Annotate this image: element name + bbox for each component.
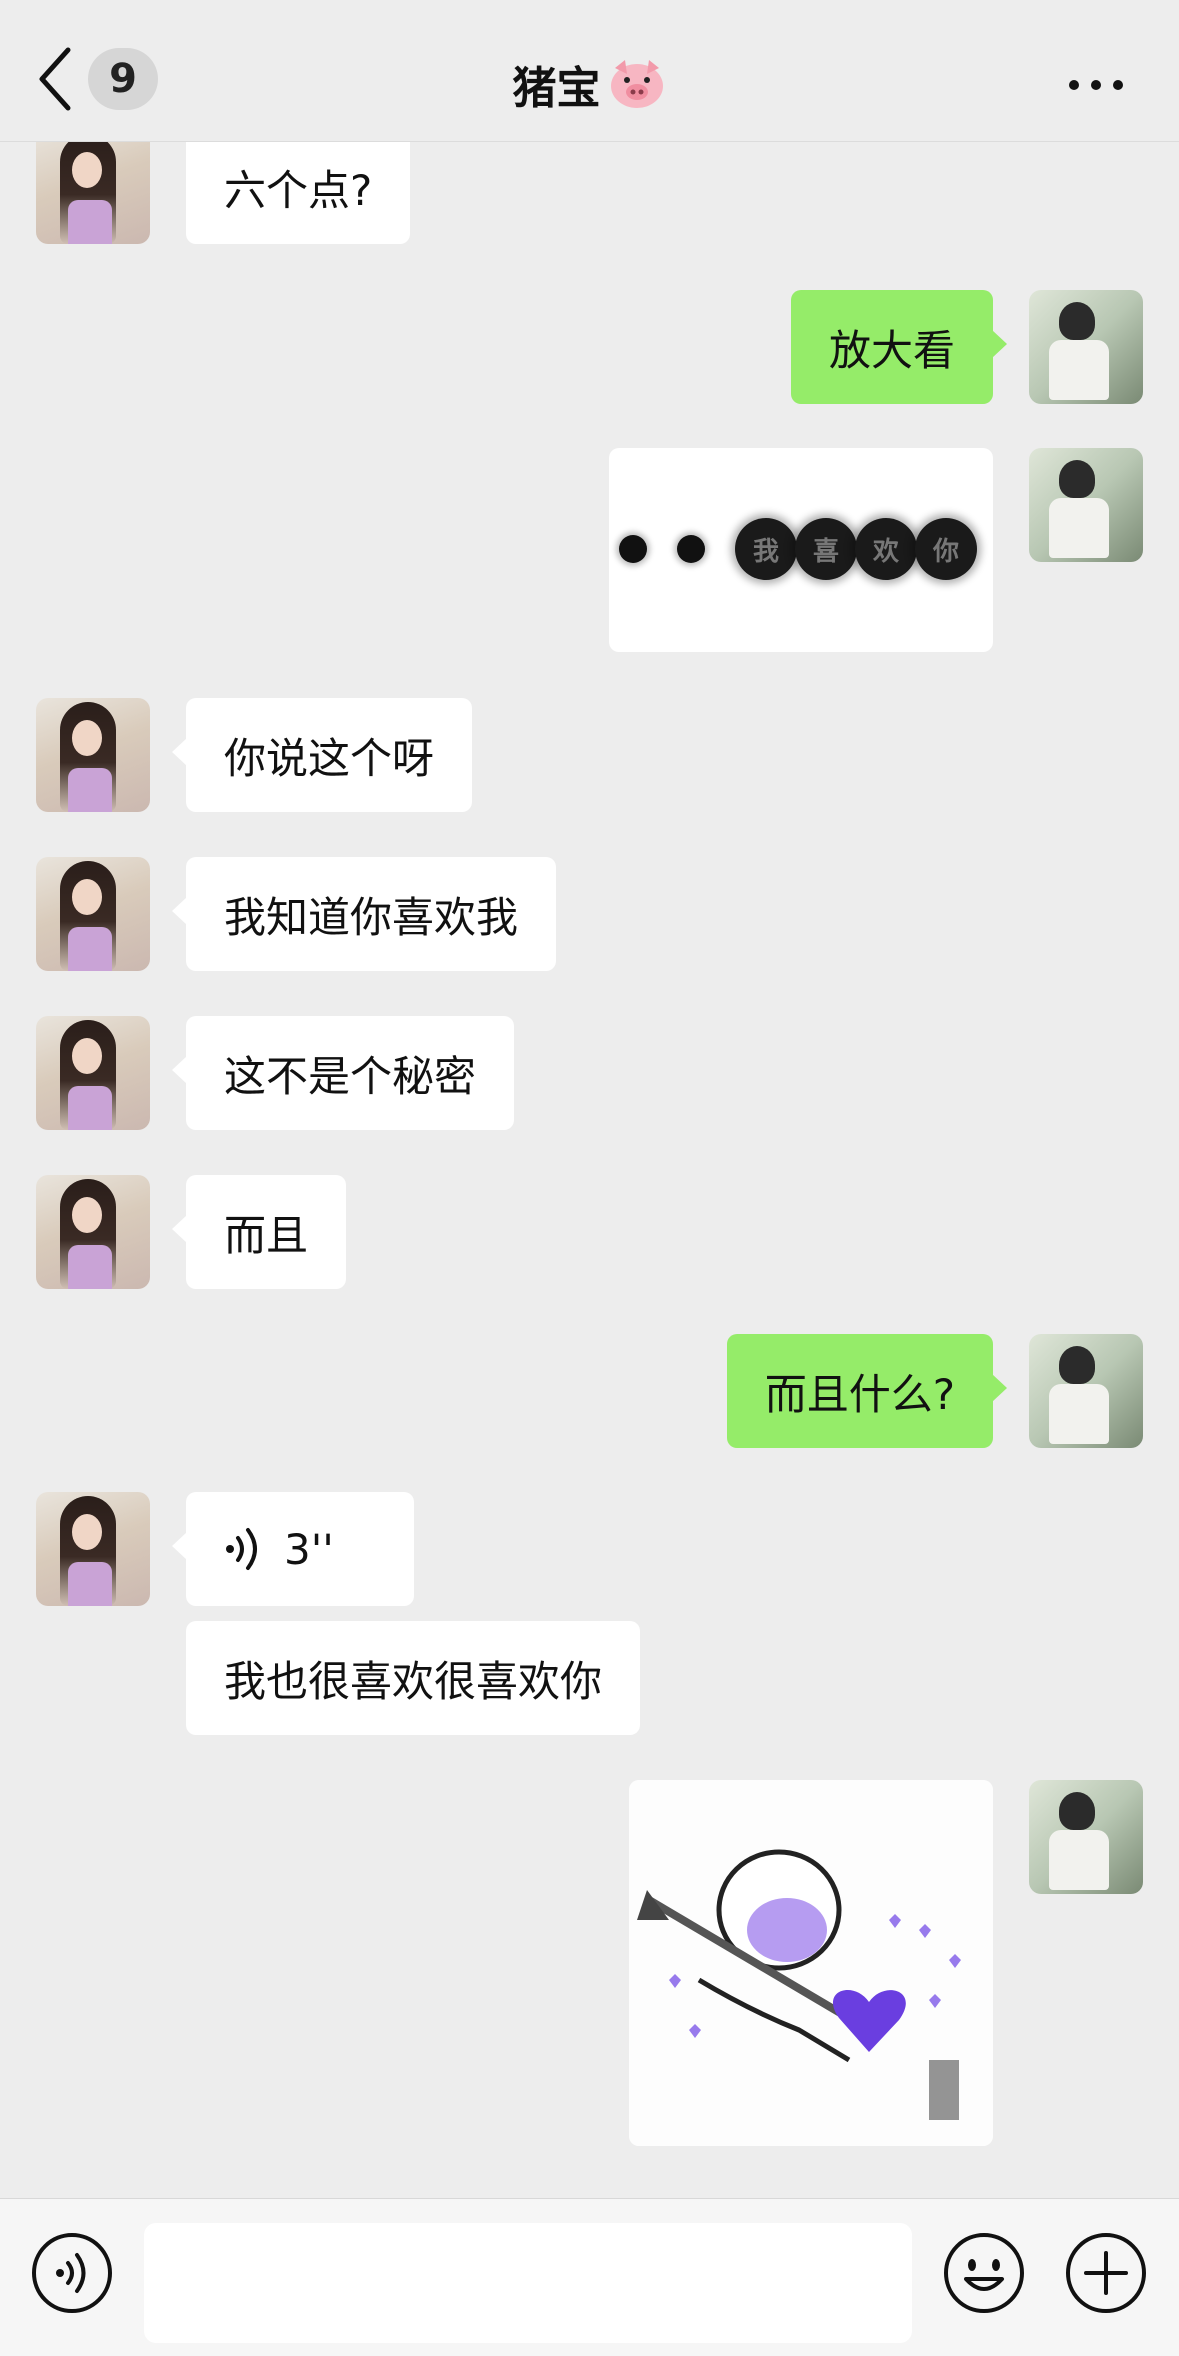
contact-avatar[interactable] bbox=[36, 857, 150, 971]
contact-avatar[interactable] bbox=[36, 130, 150, 244]
message-bubble[interactable]: 你说这个呀 bbox=[171, 698, 473, 812]
message-bubble[interactable]: 六个点? bbox=[186, 130, 411, 244]
input-bar bbox=[0, 2198, 1179, 2356]
dots-image: 我 喜 欢 你 bbox=[619, 518, 977, 580]
emoji-icon bbox=[944, 2233, 1024, 2313]
chat-header: 9 猪宝 bbox=[0, 0, 1179, 142]
message-bubble[interactable]: 而且 bbox=[171, 1175, 347, 1289]
more-functions-button[interactable] bbox=[1064, 2231, 1148, 2315]
message-bubble[interactable]: 我也很喜欢很喜欢你 bbox=[186, 1621, 641, 1735]
dot-character: 我 bbox=[735, 518, 797, 580]
chat-title-area: 猪宝 bbox=[0, 52, 1179, 116]
dot-character: 欢 bbox=[855, 518, 917, 580]
self-avatar[interactable] bbox=[1029, 1780, 1143, 1894]
voice-mode-icon bbox=[32, 2233, 112, 2313]
self-avatar[interactable] bbox=[1029, 448, 1143, 562]
message-bubble[interactable]: 我知道你喜欢我 bbox=[171, 857, 557, 971]
self-avatar[interactable] bbox=[1029, 290, 1143, 404]
message-input[interactable] bbox=[144, 2223, 912, 2343]
message-bubble[interactable]: 放大看 bbox=[790, 290, 1008, 404]
voice-duration: 3'' bbox=[284, 1524, 334, 1574]
voice-wave-icon bbox=[226, 1528, 257, 1570]
image-message[interactable]: 我 喜 欢 你 bbox=[609, 448, 993, 652]
contact-avatar[interactable] bbox=[36, 1492, 150, 1606]
plus-icon bbox=[1066, 2233, 1146, 2313]
self-avatar[interactable] bbox=[1029, 1334, 1143, 1448]
more-button[interactable] bbox=[1069, 80, 1123, 90]
dot-character: 你 bbox=[915, 518, 977, 580]
contact-avatar[interactable] bbox=[36, 698, 150, 812]
voice-message[interactable]: 3'' bbox=[172, 1492, 414, 1606]
message-bubble[interactable]: 这不是个秘密 bbox=[171, 1016, 515, 1130]
pig-face-icon bbox=[610, 60, 663, 108]
sticker-message[interactable] bbox=[629, 1780, 993, 2146]
chat-title: 猪宝 bbox=[512, 63, 601, 114]
more-dots-icon bbox=[1069, 80, 1079, 90]
message-bubble[interactable]: 而且什么? bbox=[726, 1334, 1008, 1448]
contact-avatar[interactable] bbox=[36, 1175, 150, 1289]
heart-arrow-sticker bbox=[629, 1780, 993, 2146]
emoji-button[interactable] bbox=[942, 2231, 1026, 2315]
dot-character: 喜 bbox=[795, 518, 857, 580]
voice-mode-button[interactable] bbox=[30, 2231, 114, 2315]
contact-avatar[interactable] bbox=[36, 1016, 150, 1130]
